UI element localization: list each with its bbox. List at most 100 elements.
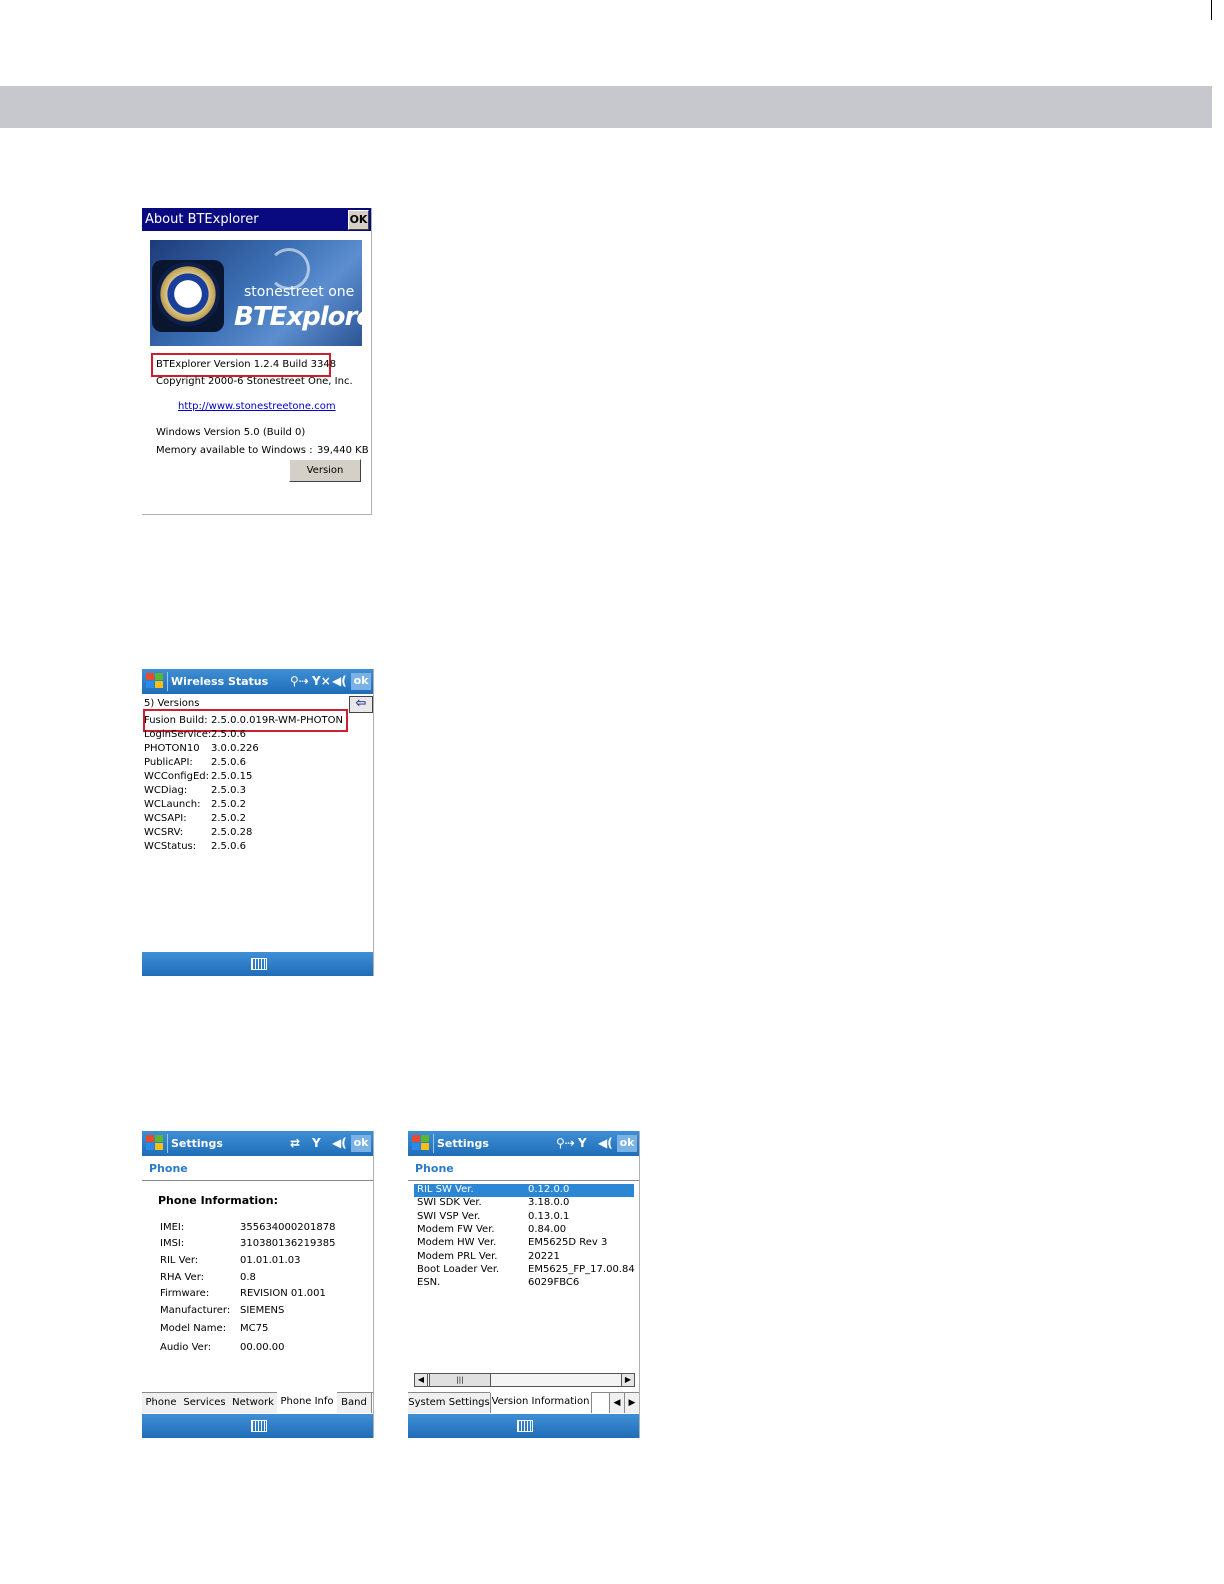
ok-button[interactable]: ok xyxy=(351,673,371,690)
info-value: 01.01.01.03 xyxy=(240,1255,301,1266)
keyboard-icon[interactable] xyxy=(250,1420,267,1432)
version-row[interactable]: SWI VSP Ver. 0.13.0.1 xyxy=(414,1211,634,1224)
version-row: WCDiag: 2.5.0.3 xyxy=(144,785,246,796)
tab-phone-info[interactable]: Phone Info xyxy=(277,1392,338,1413)
row-key: LoginService: xyxy=(144,729,212,740)
info-label: IMSI: xyxy=(160,1238,185,1249)
version-row[interactable]: Modem PRL Ver. 20221 xyxy=(414,1251,634,1264)
version-row[interactable]: Boot Loader Ver. EM5625_FP_17.00.84 xyxy=(414,1263,635,1277)
window-title: Wireless Status xyxy=(171,675,269,688)
signal-icon[interactable]: Y xyxy=(312,1136,321,1150)
row-value: 2.5.0.6 xyxy=(211,841,246,852)
keyboard-icon[interactable] xyxy=(516,1420,533,1432)
version-row: WCStatus: 2.5.0.6 xyxy=(144,841,246,852)
row-key: WCSRV: xyxy=(144,827,184,838)
page-header: Phone xyxy=(408,1156,639,1181)
row-value: 2.5.0.15 xyxy=(211,771,253,782)
ok-button[interactable]: ok xyxy=(351,1135,371,1152)
title-separator xyxy=(167,1134,168,1153)
keyboard-icon[interactable] xyxy=(250,958,267,970)
title-separator xyxy=(167,672,168,691)
row-key: RIL SW Ver. xyxy=(417,1184,474,1195)
ok-button[interactable]: ok xyxy=(617,1135,637,1152)
info-label: Model Name: xyxy=(160,1323,227,1334)
tab-scroll-right-icon[interactable]: ▶ xyxy=(624,1393,639,1413)
windows-version: Windows Version 5.0 (Build 0) xyxy=(156,427,306,438)
row-key: WCLaunch: xyxy=(144,799,201,810)
website-link[interactable]: http://www.stonestreetone.com xyxy=(178,401,336,412)
wireless-status-screen: Wireless Status ⚲⇢ Y× ◀︎( ok 5) Versions… xyxy=(142,669,374,976)
row-key: SWI SDK Ver. xyxy=(417,1197,482,1209)
row-value: 20221 xyxy=(528,1250,560,1262)
speaker-icon[interactable]: ◀︎( xyxy=(332,674,347,688)
horizontal-scrollbar[interactable]: ◀ ||| ▶ xyxy=(414,1373,635,1387)
info-label: Manufacturer: xyxy=(160,1305,231,1316)
scroll-right-icon[interactable]: ▶ xyxy=(621,1374,634,1386)
scroll-left-icon[interactable]: ◀ xyxy=(415,1374,428,1386)
connectivity-icon[interactable]: ⚲⇢ xyxy=(290,674,309,688)
version-row[interactable]: Modem HW Ver. EM5625D Rev 3 xyxy=(414,1237,634,1250)
tab-network[interactable]: Network xyxy=(229,1393,278,1413)
settings-phone-info-screen: Settings ⇄ Y ◀︎( ok Phone Phone Informat… xyxy=(142,1131,374,1438)
title-bar: Settings ⚲⇢ Y ◀︎( ok xyxy=(408,1131,639,1156)
window-title: Settings xyxy=(171,1137,223,1150)
version-button[interactable]: Version xyxy=(289,459,361,482)
speaker-icon[interactable]: ◀︎( xyxy=(332,1136,347,1150)
ok-button[interactable]: OK xyxy=(348,210,369,230)
version-row: PublicAPI: 2.5.0.6 xyxy=(144,757,246,768)
signal-icon[interactable]: Y xyxy=(578,1136,587,1150)
logo-tagline: stonestreet one xyxy=(244,284,355,300)
btexplorer-logo: stonestreet one BTExplorer xyxy=(150,240,371,346)
signal-off-icon[interactable]: Y× xyxy=(312,674,331,688)
menu-bar xyxy=(142,952,373,976)
tab-scroll-left-icon[interactable]: ◀ xyxy=(609,1393,624,1413)
title-bar: About BTExplorer OK xyxy=(142,208,371,231)
version-row: WCLaunch: 2.5.0.2 xyxy=(144,799,246,810)
speaker-icon[interactable]: ◀︎( xyxy=(598,1136,613,1150)
row-key: ESN. xyxy=(417,1277,441,1289)
info-value: MC75 xyxy=(240,1323,269,1334)
header-label: Phone xyxy=(415,1162,454,1175)
row-value: 2.5.0.28 xyxy=(211,827,253,838)
windows-start-icon[interactable] xyxy=(412,1135,430,1152)
settings-version-info-screen: Settings ⚲⇢ Y ◀︎( ok Phone RIL SW Ver. 0.… xyxy=(408,1131,640,1438)
version-row: WCSAPI: 2.5.0.2 xyxy=(144,813,246,824)
row-value: 2.5.0.2 xyxy=(211,813,246,824)
menu-bar xyxy=(408,1414,639,1438)
version-row: WCConfigEd: 2.5.0.15 xyxy=(144,771,252,782)
info-label: IMEI: xyxy=(160,1222,185,1233)
info-label: Firmware: xyxy=(160,1288,210,1299)
row-value: 2.5.0.6 xyxy=(211,729,246,740)
version-row: PHOTON10 3.0.0.226 xyxy=(144,743,259,754)
tab-phone[interactable]: Phone xyxy=(142,1393,181,1413)
windows-start-icon[interactable] xyxy=(146,673,164,690)
window-title: Settings xyxy=(437,1137,489,1150)
row-value: 2.5.0.2 xyxy=(211,799,246,810)
version-row[interactable]: Modem FW Ver. 0.84.00 xyxy=(414,1224,634,1237)
tab-band[interactable]: Band xyxy=(337,1393,372,1413)
row-value: 6029FBC6 xyxy=(528,1277,580,1289)
section-label: 5) Versions xyxy=(144,698,200,709)
windows-start-icon[interactable] xyxy=(146,1135,164,1152)
version-row: WCSRV: 2.5.0.28 xyxy=(144,827,252,838)
row-value: 2.5.0.3 xyxy=(211,785,246,796)
connectivity-icon[interactable]: ⚲⇢ xyxy=(556,1136,575,1150)
version-row[interactable]: RIL SW Ver. 0.12.0.0 xyxy=(414,1184,634,1197)
row-key: SWI VSP Ver. xyxy=(417,1210,481,1222)
back-arrow-icon[interactable]: ⇦ xyxy=(349,696,373,713)
memory-label: Memory available to Windows : xyxy=(156,445,313,456)
sync-icon[interactable]: ⇄ xyxy=(290,1136,300,1150)
version-row[interactable]: SWI SDK Ver. 3.18.0.0 xyxy=(414,1197,634,1210)
page-header-band xyxy=(0,86,1212,128)
version-row[interactable]: ESN. 6029FBC6 xyxy=(414,1277,634,1290)
title-bar: Wireless Status ⚲⇢ Y× ◀︎( ok xyxy=(142,669,373,694)
row-key: Boot Loader Ver. xyxy=(417,1263,500,1275)
tab-system-settings[interactable]: System Settings xyxy=(408,1393,491,1413)
version-row: Fusion Build: 2.5.0.0.019R-WM-PHOTON xyxy=(144,715,343,726)
window-title: About BTExplorer xyxy=(145,212,259,227)
page-edge-line xyxy=(1211,0,1212,20)
scroll-thumb[interactable]: ||| xyxy=(429,1374,491,1386)
tab-services[interactable]: Services xyxy=(180,1393,230,1413)
row-key: Modem FW Ver. xyxy=(417,1223,495,1235)
tab-version-information[interactable]: Version Information xyxy=(490,1392,592,1413)
